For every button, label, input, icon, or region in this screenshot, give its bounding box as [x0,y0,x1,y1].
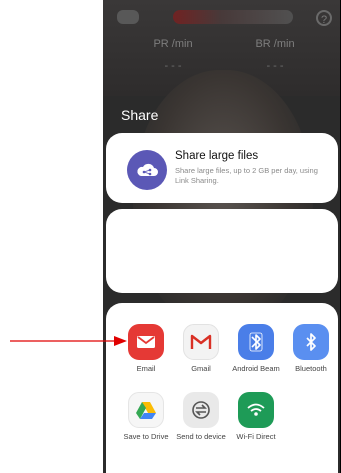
share-large-files-card[interactable]: Share large files Share large files, up … [106,133,338,203]
annotation-arrow [10,336,127,346]
share-app-android-beam[interactable]: Android Beam [228,324,284,373]
pr-label: PR /min [153,38,193,50]
app-label: Send to device [176,432,226,441]
share-app-gmail[interactable]: Gmail [173,324,229,373]
br-label: BR /min [255,38,295,50]
heart-icon [117,10,139,24]
pr-value: - - - [164,60,182,72]
email-icon [128,324,164,360]
share-app-send-to-device[interactable]: Send to device [173,392,229,441]
bluetooth-icon [293,324,329,360]
drive-icon [128,392,164,428]
share-large-files-title: Share large files [175,150,259,162]
share-app-email[interactable]: Email [118,324,174,373]
app-label: Bluetooth [295,364,327,373]
share-large-files-description: Share large files, up to 2 GB per day, u… [175,166,318,185]
app-logo [173,10,293,24]
wifi-direct-icon [238,392,274,428]
app-label: Android Beam [232,364,280,373]
direct-share-area [106,209,338,293]
pr-metric: PR /min - - - [133,38,213,72]
send-to-device-icon [183,392,219,428]
share-app-wifi-direct[interactable]: Wi-Fi Direct [228,392,284,441]
app-label: Save to Drive [123,432,169,441]
gmail-icon [183,324,219,360]
phone-screen: ? PR /min - - - BR /min - - - Share Shar… [103,0,341,473]
share-apps-panel: Email Gmail Android Beam Bluetooth Save … [106,303,338,473]
app-label: Wi-Fi Direct [236,432,276,441]
help-icon[interactable]: ? [316,10,332,26]
share-app-bluetooth[interactable]: Bluetooth [283,324,339,373]
app-label: Gmail [191,364,211,373]
share-sheet-title: Share [121,107,159,123]
br-metric: BR /min - - - [235,38,315,72]
android-beam-icon [238,324,274,360]
cloud-share-icon [127,150,167,190]
app-label: Email [136,364,156,373]
br-value: - - - [266,60,284,72]
share-app-save-to-drive[interactable]: Save to Drive [118,392,174,441]
